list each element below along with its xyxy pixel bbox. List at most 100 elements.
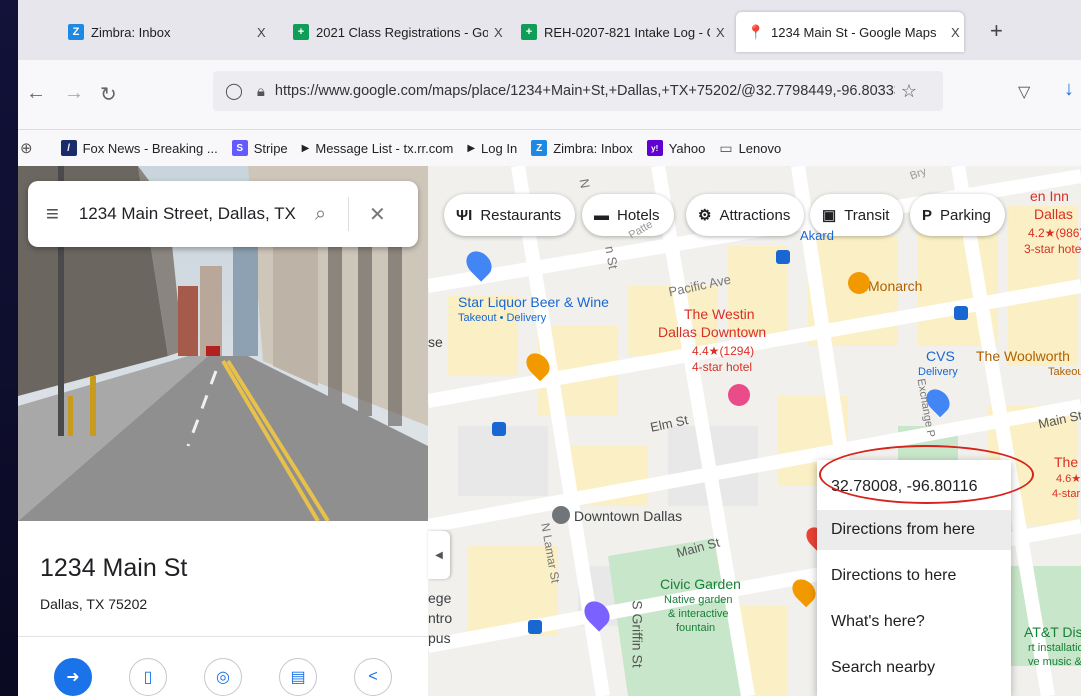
- share-icon: <: [368, 668, 378, 685]
- bookmark-foxnews[interactable]: / Fox News - Breaking ...: [60, 140, 218, 156]
- tab-close-icon[interactable]: X: [951, 25, 960, 40]
- bookmark-label: Fox News - Breaking ...: [82, 140, 218, 156]
- tab-title: REH-0207-821 Intake Log - Goo: [544, 24, 710, 40]
- directions-button[interactable]: ➜: [54, 658, 92, 696]
- tab-close-icon[interactable]: X: [494, 25, 503, 40]
- context-directions-to[interactable]: Directions to here: [817, 556, 1011, 596]
- collapse-panel-button[interactable]: ◀: [428, 531, 450, 579]
- forward-icon[interactable]: →: [64, 82, 84, 105]
- street-view-image[interactable]: ≡ 1234 Main Street, Dallas, TX ⌕ ✕: [18, 166, 428, 521]
- tab-close-icon[interactable]: X: [257, 25, 266, 40]
- place-label-monarch: Monarch: [868, 278, 923, 294]
- context-whats-here[interactable]: What's here?: [817, 602, 1011, 642]
- bookmark-globe[interactable]: ⊕: [20, 139, 47, 157]
- tab-zimbra[interactable]: Z Zimbra: Inbox X: [68, 12, 278, 52]
- place-sub-label: Takeout: [1048, 366, 1081, 378]
- place-sub-label: Takeout • Delivery: [458, 312, 547, 324]
- place-label-partial: se: [428, 334, 443, 350]
- save-button[interactable]: ▯: [129, 658, 167, 696]
- search-box[interactable]: ≡ 1234 Main Street, Dallas, TX ⌕ ✕: [28, 181, 418, 247]
- place-sub-label: 4-star: [1052, 488, 1081, 500]
- place-label-inn: en Inn: [1030, 188, 1069, 204]
- place-address: Dallas, TX 75202: [40, 596, 148, 612]
- place-sub-label: 3-star hotel: [1024, 242, 1081, 256]
- bookmark-login[interactable]: ▶ Log In: [467, 141, 517, 156]
- transit-stop-icon: [954, 306, 968, 320]
- bookmark-label: Lenovo: [738, 140, 782, 156]
- send-to-phone-button[interactable]: ▤: [279, 658, 317, 696]
- chip-parking[interactable]: P Parking: [910, 194, 1005, 236]
- place-rating: 4.6★: [1056, 473, 1081, 485]
- place-sub-label: rt installatio: [1028, 642, 1081, 654]
- bookmark-star-icon[interactable]: ☆: [901, 81, 917, 102]
- bookmark-lenovo[interactable]: ▭ Lenovo: [719, 140, 781, 157]
- bookmark-yahoo[interactable]: y! Yahoo: [646, 140, 705, 156]
- place-label-westin: The Westin: [684, 306, 755, 322]
- place-label-inn: Dallas: [1034, 206, 1073, 222]
- google-sheets-icon: +: [293, 24, 309, 40]
- tracking-shield-icon[interactable]: ◯: [225, 81, 243, 101]
- directions-icon: ➜: [66, 669, 80, 686]
- lock-icon[interactable]: 🔒︎: [257, 83, 265, 100]
- transit-stop-icon: [776, 250, 790, 264]
- place-rating: 4.4★(1294): [692, 344, 755, 358]
- bookmark-label: Stripe: [253, 140, 288, 156]
- foxnews-icon: /: [60, 140, 77, 156]
- nearby-icon: ◎: [216, 669, 230, 686]
- place-label-downtown: Downtown Dallas: [574, 508, 683, 524]
- chip-attractions[interactable]: ⚙ Attractions: [686, 194, 805, 236]
- context-search-nearby[interactable]: Search nearby: [817, 648, 1011, 688]
- place-label-partial: pus: [428, 630, 451, 646]
- place-sub-label: Delivery: [918, 366, 958, 378]
- utensils-icon: ΨΙ: [456, 206, 473, 224]
- url-text[interactable]: https://www.google.com/maps/place/1234+M…: [275, 83, 895, 99]
- search-input[interactable]: 1234 Main Street, Dallas, TX: [79, 204, 309, 224]
- context-directions-from[interactable]: Directions from here: [817, 510, 1011, 550]
- menu-icon[interactable]: ≡: [46, 201, 59, 227]
- place-label-partial: ntro: [428, 610, 453, 626]
- tab-title: 2021 Class Registrations - Goog: [316, 24, 488, 40]
- triangle-icon: ▶: [301, 142, 310, 154]
- chip-label: Hotels: [617, 206, 660, 224]
- place-sub-label: 4-star hotel: [692, 360, 753, 374]
- tab-title: 1234 Main St - Google Maps: [771, 24, 937, 40]
- tab-intake-log[interactable]: + REH-0207-821 Intake Log - Goo X: [521, 12, 731, 52]
- bookmark-zimbra[interactable]: Z Zimbra: Inbox: [531, 140, 633, 156]
- transit-stop-icon: [492, 422, 506, 436]
- street-label: Akard: [800, 228, 834, 243]
- new-tab-button[interactable]: +: [990, 18, 1003, 44]
- bookmarks-bar: ⊕ / Fox News - Breaking ... S Stripe ▶ Mess…: [18, 130, 1081, 166]
- zimbra-icon: Z: [68, 24, 84, 40]
- pocket-icon[interactable]: ▽: [1018, 82, 1030, 102]
- close-icon[interactable]: ✕: [369, 202, 386, 227]
- place-label-westin: Dallas Downtown: [658, 324, 767, 340]
- place-label-the: The: [1054, 454, 1079, 470]
- place-sub-label: fountain: [676, 622, 716, 634]
- tab-google-maps[interactable]: 📍 1234 Main St - Google Maps X: [736, 12, 964, 52]
- google-maps-app: ΨΙ Restaurants ▬ Hotels ⚙ Attractions ▣ Tran…: [18, 166, 1081, 696]
- place-label-partial: ege: [428, 590, 452, 606]
- tab-close-icon[interactable]: X: [716, 25, 725, 40]
- screen: Z Zimbra: Inbox X + 2021 Class Registrat…: [0, 0, 1081, 696]
- desktop-edge: [0, 0, 18, 696]
- place-label-civic-garden: Civic Garden: [660, 576, 741, 592]
- street-label-griffin: S Griffin St: [629, 600, 646, 668]
- bookmark-message-list[interactable]: ▶ Message List - tx.rr.com: [302, 141, 454, 156]
- annotation-circle: [819, 445, 1034, 504]
- nearby-button[interactable]: ◎: [204, 658, 242, 696]
- chip-restaurants[interactable]: ΨΙ Restaurants: [444, 194, 576, 236]
- download-icon[interactable]: ↓: [1064, 78, 1074, 101]
- place-label-cvs: CVS: [926, 348, 955, 364]
- url-bar[interactable]: ◯ 🔒︎ https://www.google.com/maps/place/1…: [213, 71, 943, 111]
- google-maps-icon: 📍: [747, 23, 765, 40]
- share-button[interactable]: <: [354, 658, 392, 696]
- google-sheets-icon: +: [521, 24, 537, 40]
- reload-icon[interactable]: ↻: [100, 82, 117, 107]
- place-label-star-liquor: Star Liquor Beer & Wine: [458, 294, 609, 310]
- search-icon[interactable]: ⌕: [315, 203, 326, 226]
- back-icon[interactable]: ←: [26, 82, 46, 105]
- place-label-att: AT&T Disco: [1024, 624, 1081, 640]
- tab-class-registrations[interactable]: + 2021 Class Registrations - Goog X: [293, 12, 513, 52]
- restaurant-pin-icon: [848, 272, 870, 294]
- bookmark-stripe[interactable]: S Stripe: [231, 140, 288, 156]
